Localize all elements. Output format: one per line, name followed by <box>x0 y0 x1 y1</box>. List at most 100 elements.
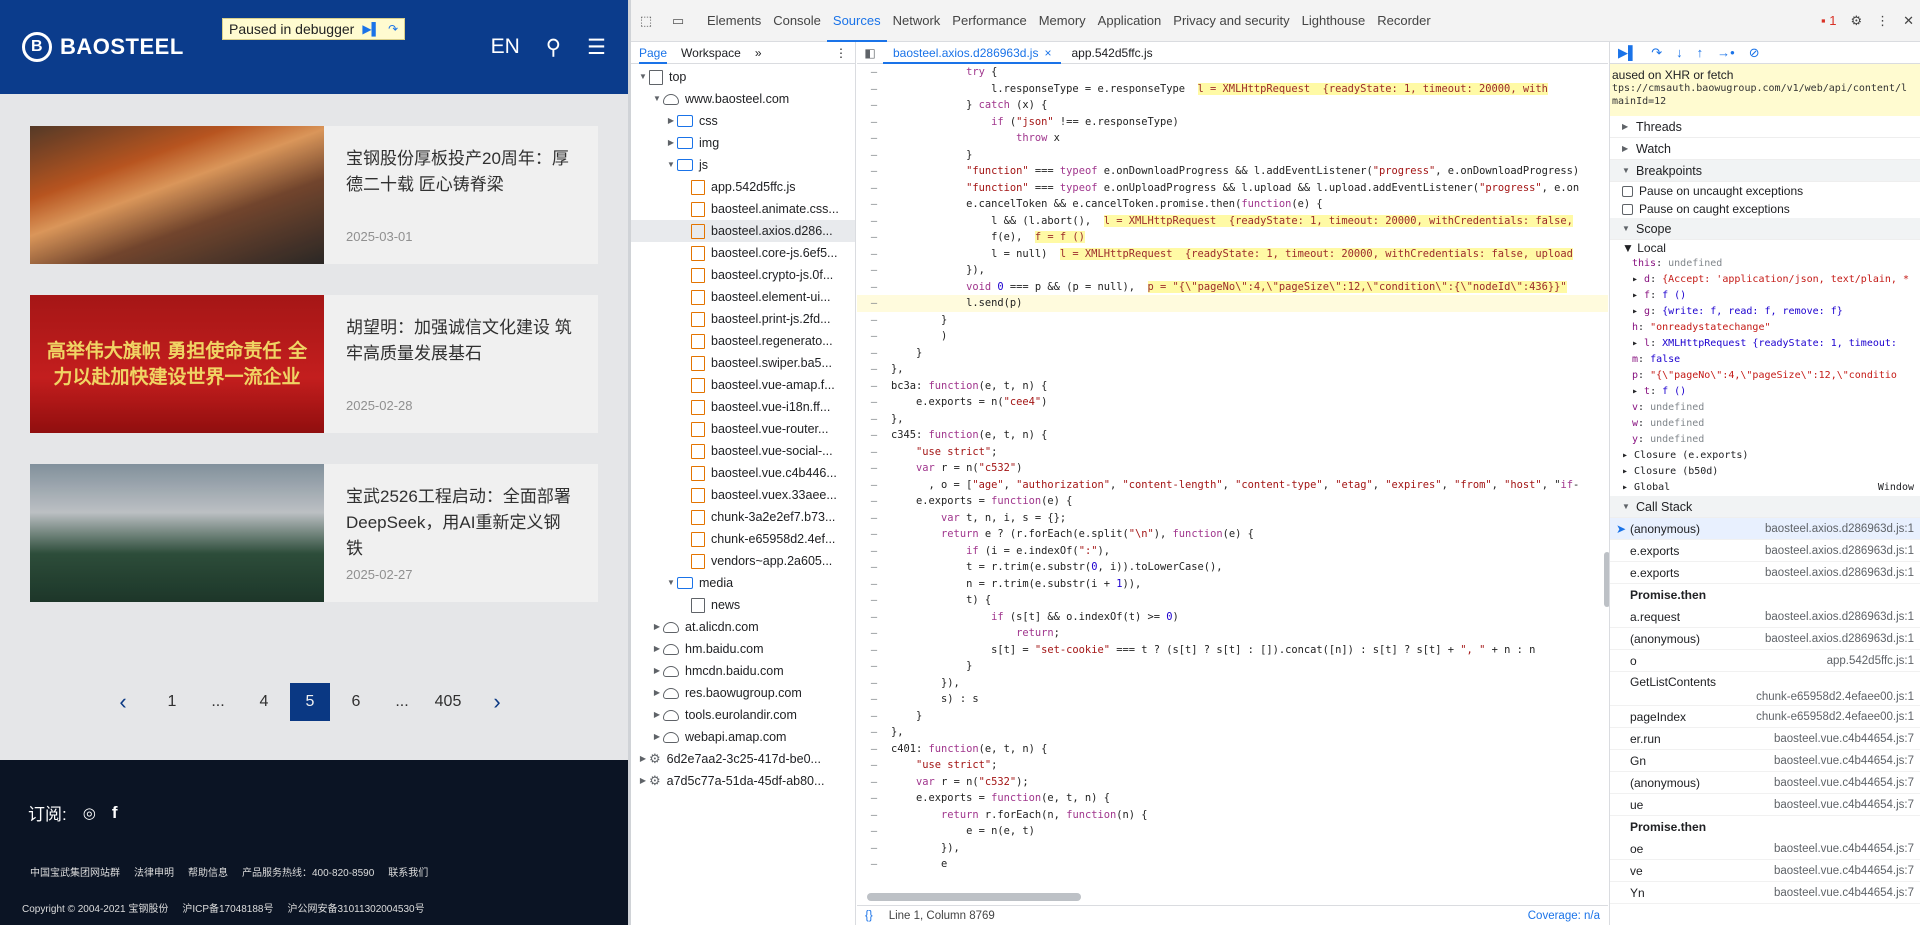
line-gutter[interactable]: – <box>857 81 891 98</box>
frame-location[interactable]: baosteel.vue.c4b44654.js:7 <box>1774 772 1920 793</box>
pause-caught-checkbox[interactable]: Pause on caught exceptions <box>1610 200 1920 218</box>
global-scope[interactable]: ▸ Global Window <box>1610 480 1920 496</box>
expand-toggle-icon[interactable]: ▶ <box>651 726 663 748</box>
next-page-icon[interactable]: › <box>477 683 517 721</box>
line-gutter[interactable]: – <box>857 493 891 510</box>
line-gutter[interactable]: – <box>857 658 891 675</box>
scope-variable[interactable]: ▸ l: XMLHttpRequest {readyState: 1, time… <box>1610 336 1920 352</box>
close-tab-icon[interactable]: × <box>1044 42 1051 62</box>
tree-item[interactable]: baosteel.vue-social-... <box>631 440 855 462</box>
expand-toggle-icon[interactable]: ▸ <box>1632 338 1644 349</box>
frame-location[interactable]: baosteel.vue.c4b44654.js:7 <box>1774 750 1920 771</box>
footer-link[interactable]: 法律申明 <box>134 864 174 879</box>
page-link[interactable]: 5 <box>290 683 330 721</box>
line-gutter[interactable]: – <box>857 592 891 609</box>
line-gutter[interactable]: – <box>857 427 891 444</box>
line-gutter[interactable]: – <box>857 196 891 213</box>
step-out-icon[interactable]: ↑ <box>1697 45 1704 60</box>
tab-network[interactable]: Network <box>887 0 947 42</box>
prev-page-icon[interactable]: ‹ <box>103 683 143 721</box>
menu-icon[interactable]: ☰ <box>587 35 606 60</box>
tab-recorder[interactable]: Recorder <box>1371 0 1436 42</box>
page-link[interactable]: 4 <box>244 683 284 721</box>
footer-link[interactable]: 产品服务热线：400-820-8590 <box>242 864 374 879</box>
line-gutter[interactable]: – <box>857 774 891 791</box>
local-scope[interactable]: ▼ Local <box>1610 240 1920 256</box>
expand-toggle-icon[interactable]: ▶ <box>637 770 649 792</box>
tree-item[interactable]: ▶ webapi.amap.com <box>631 726 855 748</box>
call-frame[interactable]: (anonymous) baosteel.vue.c4b44654.js:7 <box>1610 772 1920 794</box>
expand-toggle-icon[interactable]: ▶ <box>651 682 663 704</box>
horizontal-scrollbar[interactable] <box>867 893 1587 901</box>
news-title[interactable]: 宝武2526工程启动：全面部署DeepSeek，用AI重新定义钢铁 <box>346 484 576 562</box>
frame-location[interactable]: baosteel.vue.c4b44654.js:7 <box>1774 794 1920 815</box>
expand-toggle-icon[interactable]: ▸ <box>1632 290 1644 301</box>
resume-icon[interactable]: ▶▌ <box>362 22 380 36</box>
tree-item[interactable]: ▼ js <box>631 154 855 176</box>
tab-lighthouse[interactable]: Lighthouse <box>1296 0 1372 42</box>
tree-item[interactable]: ▶ css <box>631 110 855 132</box>
expand-toggle-icon[interactable]: ▸ <box>1632 274 1644 285</box>
scope-variable[interactable]: h: "onreadystatechange" <box>1610 320 1920 336</box>
wechat-icon[interactable]: ◎ <box>83 804 96 822</box>
news-title[interactable]: 胡望明：加强诚信文化建设 筑牢高质量发展基石 <box>346 315 576 367</box>
search-icon[interactable]: ⚲ <box>546 35 561 60</box>
line-gutter[interactable]: – <box>857 97 891 114</box>
expand-toggle-icon[interactable]: ▶ <box>651 704 663 726</box>
frame-location[interactable]: baosteel.axios.d286963d.js:1 <box>1765 562 1920 583</box>
settings-icon[interactable]: ⚙ <box>1850 13 1862 29</box>
page-link[interactable]: 6 <box>336 683 376 721</box>
line-gutter[interactable]: – <box>857 576 891 593</box>
line-gutter[interactable]: – <box>857 378 891 395</box>
news-card[interactable]: 宝钢股份厚板投产20周年：厚德二十载 匠心铸脊梁 2025-03-01 <box>30 126 598 264</box>
frame-location[interactable]: baosteel.vue.c4b44654.js:7 <box>1774 860 1920 881</box>
call-frame[interactable]: a.request baosteel.axios.d286963d.js:1 <box>1610 606 1920 628</box>
tab-console[interactable]: Console <box>767 0 827 42</box>
scope-section[interactable]: ▼ Scope <box>1610 218 1920 240</box>
inspect-element-icon[interactable]: ⬚ <box>637 13 655 29</box>
frame-location[interactable]: chunk-e65958d2.4efaee00.js:1 <box>1756 706 1920 727</box>
frame-location[interactable]: baosteel.vue.c4b44654.js:7 <box>1774 882 1920 903</box>
more-options-icon[interactable]: ⋮ <box>1876 13 1889 29</box>
frame-location[interactable]: baosteel.axios.d286963d.js:1 <box>1765 518 1920 539</box>
line-gutter[interactable]: – <box>857 460 891 477</box>
pretty-print-icon[interactable]: {} <box>865 910 873 922</box>
line-gutter[interactable]: – <box>857 741 891 758</box>
call-frame[interactable]: er.run baosteel.vue.c4b44654.js:7 <box>1610 728 1920 750</box>
editor-tab[interactable]: baosteel.axios.d286963d.js × <box>883 41 1062 64</box>
line-gutter[interactable]: – <box>857 130 891 147</box>
more-tabs-icon[interactable]: » <box>755 46 762 60</box>
frame-location[interactable]: chunk-e65958d2.4efaee00.js:1 <box>1630 690 1920 705</box>
expand-toggle-icon[interactable]: ▶ <box>665 110 677 132</box>
line-gutter[interactable]: – <box>857 856 891 873</box>
scope-variable[interactable]: w: undefined <box>1610 416 1920 432</box>
line-gutter[interactable]: – <box>857 675 891 692</box>
pause-uncaught-checkbox[interactable]: Pause on uncaught exceptions <box>1610 182 1920 200</box>
frame-location[interactable]: app.542d5ffc.js:1 <box>1827 650 1920 671</box>
call-frame[interactable]: Yn baosteel.vue.c4b44654.js:7 <box>1610 882 1920 904</box>
expand-toggle-icon[interactable]: ▶ <box>651 616 663 638</box>
tree-item[interactable]: baosteel.vuex.33aee... <box>631 484 855 506</box>
line-gutter[interactable]: – <box>857 246 891 263</box>
page-link[interactable]: 405 <box>428 683 468 721</box>
call-frame[interactable]: (anonymous) baosteel.axios.d286963d.js:1 <box>1610 628 1920 650</box>
expand-toggle-icon[interactable]: ▸ <box>1632 306 1644 317</box>
call-frame[interactable]: pageIndex chunk-e65958d2.4efaee00.js:1 <box>1610 706 1920 728</box>
footer-link[interactable]: 帮助信息 <box>188 864 228 879</box>
watch-section[interactable]: ▶ Watch <box>1610 138 1920 160</box>
line-gutter[interactable]: – <box>857 444 891 461</box>
line-gutter[interactable]: – <box>857 625 891 642</box>
navigator-menu-icon[interactable]: ⋮ <box>835 46 847 60</box>
expand-toggle-icon[interactable]: ▶ <box>665 132 677 154</box>
footer-link[interactable]: 联系我们 <box>388 864 428 879</box>
frame-location[interactable]: baosteel.axios.d286963d.js:1 <box>1765 540 1920 561</box>
scope-variable[interactable]: y: undefined <box>1610 432 1920 448</box>
tree-item[interactable]: ▶ at.alicdn.com <box>631 616 855 638</box>
call-frame[interactable]: Gn baosteel.vue.c4b44654.js:7 <box>1610 750 1920 772</box>
tree-item[interactable]: baosteel.print-js.2fd... <box>631 308 855 330</box>
tab-privacy-and-security[interactable]: Privacy and security <box>1167 0 1295 42</box>
step-over-icon[interactable]: ↷ <box>388 22 398 36</box>
footer-link[interactable]: 中国宝武集团网站群 <box>30 864 120 879</box>
news-card[interactable]: 宝武2526工程启动：全面部署DeepSeek，用AI重新定义钢铁 2025-02… <box>30 464 598 602</box>
line-gutter[interactable]: – <box>857 708 891 725</box>
